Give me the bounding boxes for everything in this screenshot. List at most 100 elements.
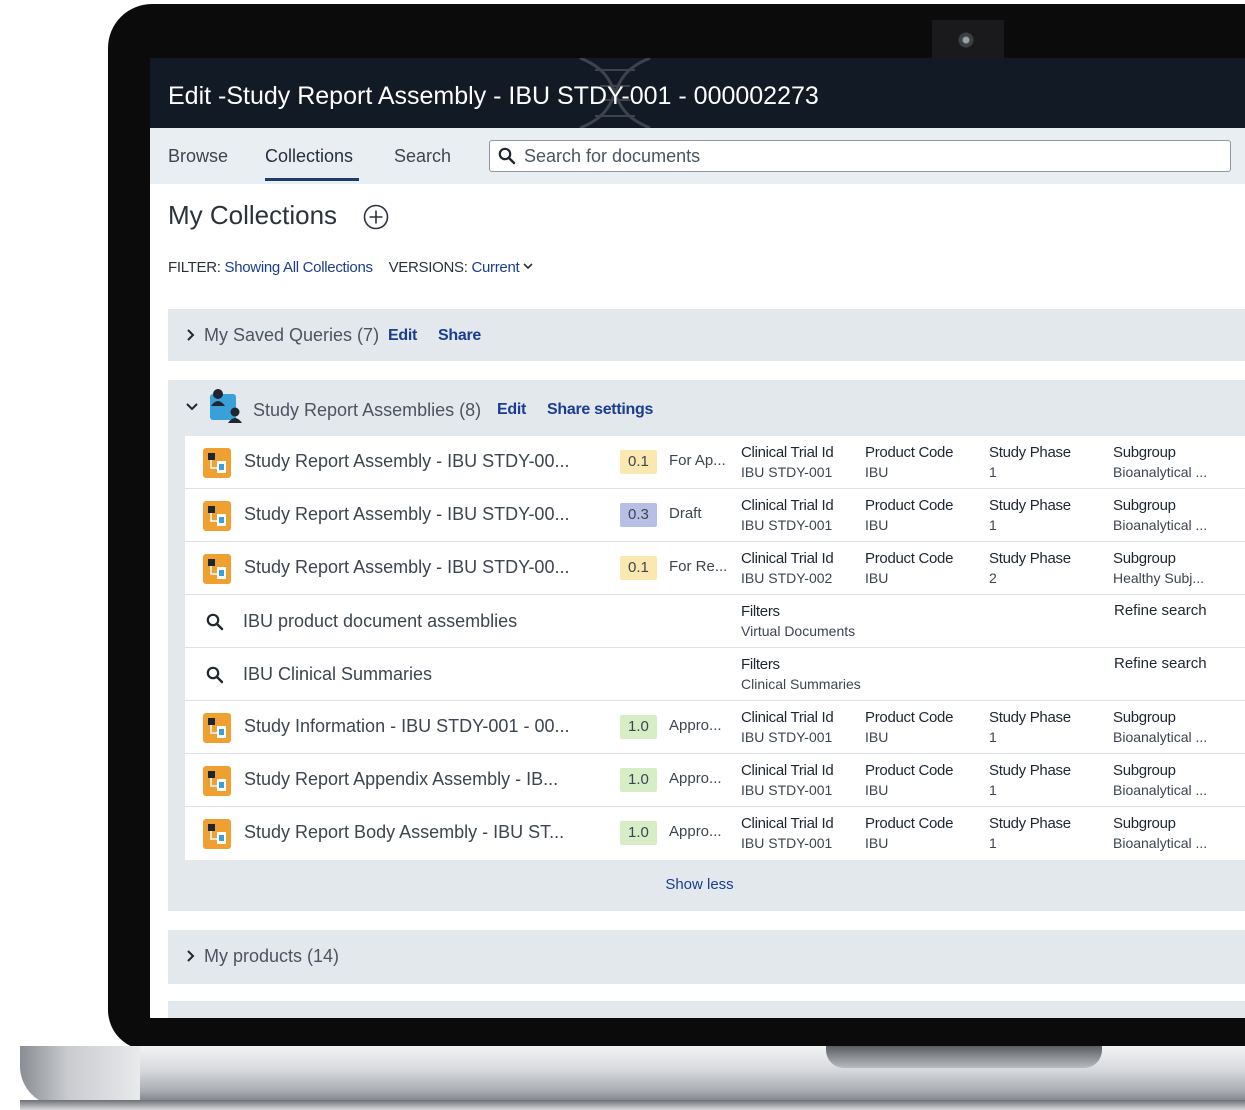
document-name[interactable]: Study Information - IBU STDY-001 - 00... xyxy=(244,716,589,737)
meta-clinical-trial: Clinical Trial Id IBU STDY-001 xyxy=(741,709,834,745)
app-screen: Edit -Study Report Assembly - IBU STDY-0… xyxy=(150,58,1245,1018)
meta-value: IBU STDY-001 xyxy=(741,517,833,533)
status-text: For Re... xyxy=(669,558,728,575)
search-icon xyxy=(206,666,224,684)
meta-clinical-trial: Clinical Trial Id IBU STDY-001 xyxy=(741,444,834,480)
meta-subgroup: Subgroup Healthy Subj... xyxy=(1113,550,1204,586)
document-assembly-icon xyxy=(203,501,231,531)
meta-header: Clinical Trial Id xyxy=(741,444,834,461)
meta-header: Subgroup xyxy=(1113,550,1176,567)
meta-value: IBU xyxy=(865,782,889,798)
document-name[interactable]: Study Report Assembly - IBU STDY-00... xyxy=(244,557,589,578)
meta-value: Bioanalytical ... xyxy=(1113,729,1208,745)
meta-header: Study Phase xyxy=(989,444,1071,461)
meta-value: IBU xyxy=(865,570,889,586)
list-item[interactable]: Study Information - IBU STDY-001 - 00...… xyxy=(185,701,1245,754)
document-assembly-icon xyxy=(203,448,231,478)
document-name[interactable]: Study Report Assembly - IBU STDY-00... xyxy=(244,504,589,525)
meta-header: Study Phase xyxy=(989,815,1071,832)
chevron-down-icon[interactable] xyxy=(523,263,533,270)
query-name[interactable]: IBU product document assemblies xyxy=(243,611,517,632)
list-item[interactable]: Study Report Assembly - IBU STDY-00... 0… xyxy=(185,436,1245,489)
meta-value: IBU STDY-002 xyxy=(741,570,833,586)
study-report-share-settings-link[interactable]: Share settings xyxy=(547,401,653,419)
panel-saved-queries: My Saved Queries (7) Edit Share xyxy=(168,309,1245,361)
my-products-label[interactable]: My products (14) xyxy=(204,946,339,967)
webcam-icon xyxy=(958,32,974,48)
tab-browse[interactable]: Browse xyxy=(168,146,228,167)
document-name[interactable]: Study Report Assembly - IBU STDY-00... xyxy=(244,451,589,472)
meta-value: Bioanalytical ... xyxy=(1113,835,1208,851)
status-text: Appro... xyxy=(669,717,722,734)
meta-header: Product Code xyxy=(865,762,954,779)
meta-value: IBU STDY-001 xyxy=(741,835,833,851)
window-title: Edit -Study Report Assembly - IBU STDY-0… xyxy=(168,82,819,110)
meta-header: Clinical Trial Id xyxy=(741,550,834,567)
version-badge: 1.0 xyxy=(620,821,657,845)
document-assembly-icon xyxy=(203,713,231,743)
meta-header: Study Phase xyxy=(989,709,1071,726)
meta-filters: Filters Clinical Summaries xyxy=(741,656,861,692)
list-item[interactable]: Study Report Assembly - IBU STDY-00... 0… xyxy=(185,489,1245,542)
query-name[interactable]: IBU Clinical Summaries xyxy=(243,664,432,685)
meta-header: Clinical Trial Id xyxy=(741,815,834,832)
chevron-right-icon[interactable] xyxy=(186,329,196,341)
meta-header: Subgroup xyxy=(1113,497,1176,514)
saved-query-item[interactable]: IBU Clinical Summaries Filters Clinical S… xyxy=(185,648,1245,701)
status-text: Appro... xyxy=(669,823,722,840)
meta-value: 2 xyxy=(989,570,997,586)
meta-value: IBU xyxy=(865,729,889,745)
list-item[interactable]: Study Report Body Assembly - IBU ST... 1… xyxy=(185,807,1245,860)
version-badge: 0.3 xyxy=(620,503,657,527)
meta-value: 1 xyxy=(989,464,997,480)
meta-header: Clinical Trial Id xyxy=(741,762,834,779)
meta-header: Subgroup xyxy=(1113,709,1176,726)
refine-search-link[interactable]: Refine search xyxy=(1114,655,1207,672)
meta-header: Study Phase xyxy=(989,762,1071,779)
add-collection-icon[interactable] xyxy=(363,204,389,230)
meta-value: Bioanalytical ... xyxy=(1113,464,1208,480)
meta-study-phase: Study Phase 1 xyxy=(989,815,1071,851)
meta-subgroup: Subgroup Bioanalytical ... xyxy=(1113,444,1207,480)
meta-product-code: Product Code IBU xyxy=(865,815,953,851)
search-box[interactable] xyxy=(489,140,1231,172)
show-less-link[interactable]: Show less xyxy=(168,876,1231,893)
list-item[interactable]: Study Report Assembly - IBU STDY-00... 0… xyxy=(185,542,1245,595)
document-name[interactable]: Study Report Appendix Assembly - IB... xyxy=(244,769,589,790)
chevron-down-icon[interactable] xyxy=(186,402,198,412)
status-text: Appro... xyxy=(669,770,722,787)
meta-header: Clinical Trial Id xyxy=(741,497,834,514)
list-item[interactable]: Study Report Appendix Assembly - IB... 1… xyxy=(185,754,1245,807)
chevron-right-icon[interactable] xyxy=(186,950,196,962)
search-input[interactable] xyxy=(524,145,1214,167)
meta-product-code: Product Code IBU xyxy=(865,709,953,745)
versions-dropdown[interactable]: Current xyxy=(471,259,519,276)
meta-header: Product Code xyxy=(865,709,954,726)
refine-search-link[interactable]: Refine search xyxy=(1114,602,1207,619)
meta-value: Clinical Summaries xyxy=(741,676,861,692)
app-header: Edit -Study Report Assembly - IBU STDY-0… xyxy=(150,58,1245,128)
meta-study-phase: Study Phase 1 xyxy=(989,444,1071,480)
meta-value: 1 xyxy=(989,782,997,798)
study-report-edit-link[interactable]: Edit xyxy=(497,401,526,419)
panel-my-products: My products (14) xyxy=(168,930,1245,984)
tab-search[interactable]: Search xyxy=(394,146,451,167)
saved-query-item[interactable]: IBU product document assemblies Filters V… xyxy=(185,595,1245,648)
search-icon xyxy=(206,613,224,631)
saved-queries-edit-link[interactable]: Edit xyxy=(388,327,417,345)
meta-value: Bioanalytical ... xyxy=(1113,517,1208,533)
meta-clinical-trial: Clinical Trial Id IBU STDY-001 xyxy=(741,815,834,851)
filter-value-link[interactable]: Showing All Collections xyxy=(225,259,373,276)
meta-value: Bioanalytical ... xyxy=(1113,782,1208,798)
meta-header: Product Code xyxy=(865,550,954,567)
meta-value: IBU STDY-001 xyxy=(741,729,833,745)
meta-header: Product Code xyxy=(865,497,954,514)
version-badge: 1.0 xyxy=(620,768,657,792)
document-name[interactable]: Study Report Body Assembly - IBU ST... xyxy=(244,822,589,843)
meta-header: Product Code xyxy=(865,444,954,461)
study-report-assemblies-label[interactable]: Study Report Assemblies (8) xyxy=(253,400,481,421)
meta-study-phase: Study Phase 1 xyxy=(989,762,1071,798)
tab-collections[interactable]: Collections xyxy=(265,146,353,167)
saved-queries-label[interactable]: My Saved Queries (7) xyxy=(204,325,379,346)
saved-queries-share-link[interactable]: Share xyxy=(438,327,481,345)
